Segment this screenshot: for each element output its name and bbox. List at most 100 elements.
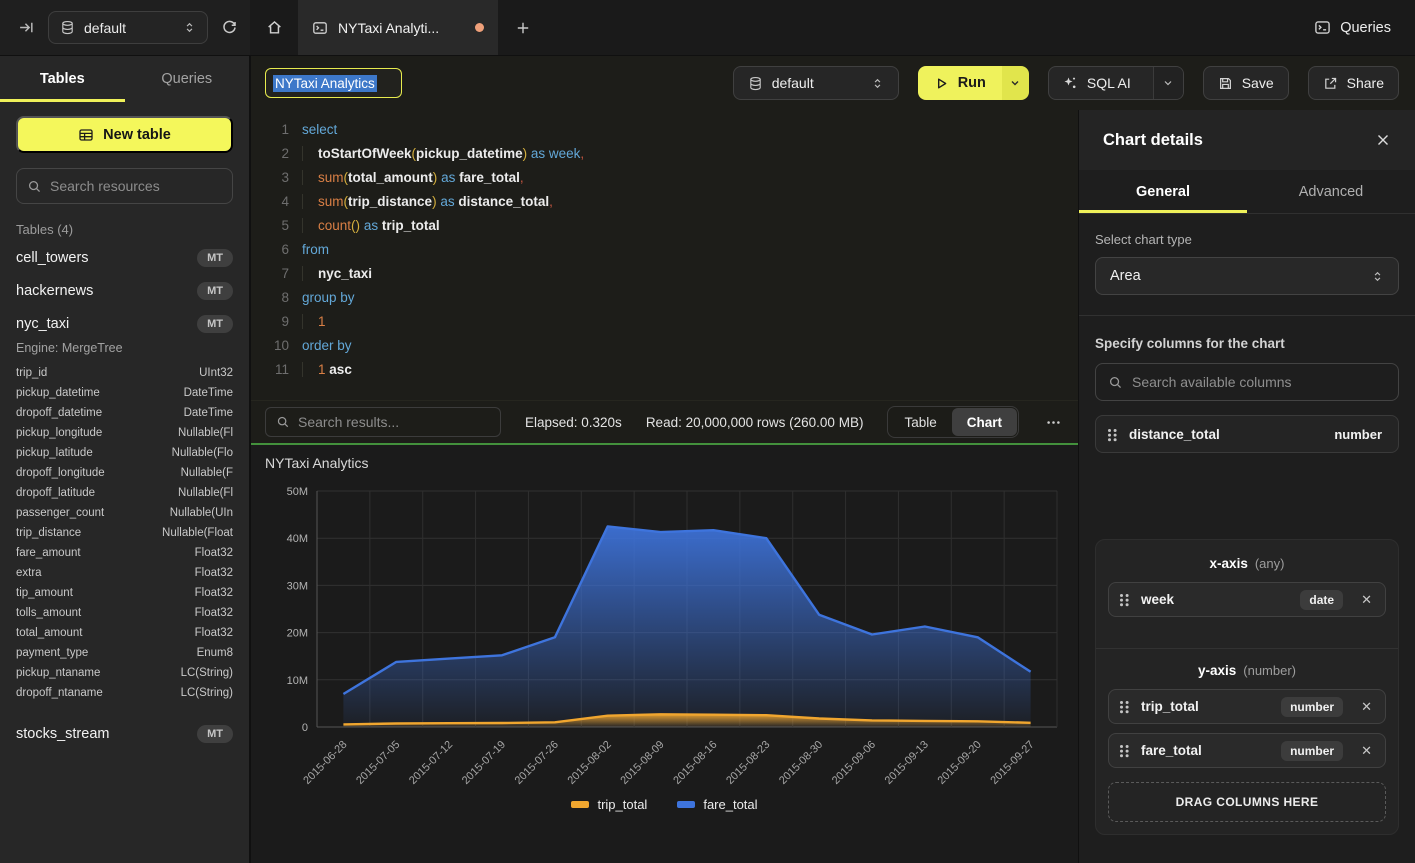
database-selector[interactable]: default <box>48 11 208 44</box>
code-line: count() as trip_total <box>302 214 584 238</box>
drag-handle-icon[interactable] <box>1108 428 1117 441</box>
table-name: cell_towers <box>16 250 89 266</box>
sidebar-tab-queries[interactable]: Queries <box>125 56 250 102</box>
drag-handle-icon[interactable] <box>1120 744 1129 757</box>
sparkles-icon <box>1062 75 1078 91</box>
sql-ai-options-button[interactable] <box>1153 67 1183 99</box>
axis-chip-week[interactable]: weekdate✕ <box>1108 582 1386 617</box>
column-type: Nullable(Flo <box>172 443 233 463</box>
close-icon[interactable] <box>1375 132 1391 148</box>
table-row-stocks_stream[interactable]: stocks_streamMT <box>16 717 233 750</box>
legend-item-trip_total[interactable]: trip_total <box>571 797 647 812</box>
home-button[interactable] <box>250 0 298 55</box>
share-button[interactable]: Share <box>1308 66 1399 100</box>
remove-column-icon[interactable]: ✕ <box>1355 592 1374 608</box>
chart-details-body: Select chart type Area Specify columns f… <box>1079 214 1415 863</box>
x-axis-items: weekdate✕ <box>1108 582 1386 617</box>
line-number: 4 <box>251 190 289 214</box>
search-results-input[interactable] <box>298 414 490 430</box>
axis-chip-trip_total[interactable]: trip_totalnumber✕ <box>1108 689 1386 724</box>
code-line: sum(trip_distance) as distance_total, <box>302 190 584 214</box>
table-row-cell_towers[interactable]: cell_towersMT <box>16 241 233 274</box>
tab-title: NYTaxi Analyti... <box>338 20 439 36</box>
tab-advanced[interactable]: Advanced <box>1247 170 1415 213</box>
play-icon <box>934 76 949 91</box>
drop-zone[interactable]: DRAG COLUMNS HERE <box>1108 782 1386 822</box>
share-icon <box>1323 76 1338 91</box>
svg-text:2015-09-20: 2015-09-20 <box>936 739 984 787</box>
y-axis-section: y-axis (number) trip_totalnumber✕fare_to… <box>1108 657 1386 777</box>
save-button[interactable]: Save <box>1203 66 1289 100</box>
column-name: dropoff_longitude <box>16 463 105 483</box>
code-line: 1 asc <box>302 358 584 382</box>
search-resources-input[interactable] <box>50 178 222 194</box>
column-name: tip_amount <box>16 583 73 603</box>
svg-text:2015-09-27: 2015-09-27 <box>988 739 1036 787</box>
drag-handle-icon[interactable] <box>1120 700 1129 713</box>
columns-search[interactable] <box>1095 363 1399 401</box>
column-name: dropoff_ntaname <box>16 683 103 703</box>
code-line: select <box>302 118 584 142</box>
drag-handle-icon[interactable] <box>1120 593 1129 606</box>
area-chart[interactable]: 010M20M30M40M50M2015-06-282015-07-052015… <box>265 477 1065 795</box>
new-table-button[interactable]: New table <box>16 116 233 153</box>
column-name: fare_total <box>1141 743 1202 758</box>
query-title-input[interactable]: NYTaxi Analytics <box>265 68 402 98</box>
results-toolbar: Elapsed: 0.320s Read: 20,000,000 rows (2… <box>251 400 1078 443</box>
column-type: Nullable(Fl <box>178 483 233 503</box>
sql-editor[interactable]: 1234567891011 select toStartOfWeek(picku… <box>251 110 1078 400</box>
sidebar-tab-tables[interactable]: Tables <box>0 56 125 102</box>
y-axis-hint: (number) <box>1243 663 1296 678</box>
refresh-icon[interactable] <box>221 19 238 36</box>
chart-type-select[interactable]: Area <box>1095 257 1399 295</box>
column-name: extra <box>16 563 42 583</box>
run-button-group: Run <box>918 66 1029 100</box>
table-engine-label: Engine: MergeTree <box>16 341 233 355</box>
column-row: payment_typeEnum8 <box>16 643 233 663</box>
code-line: nyc_taxi <box>302 262 584 286</box>
collapse-sidebar-icon[interactable] <box>18 19 35 36</box>
available-columns-list: distance_totalnumber <box>1095 401 1399 453</box>
legend-item-fare_total[interactable]: fare_total <box>677 797 757 812</box>
column-type: Nullable(F <box>181 463 233 483</box>
remove-column-icon[interactable]: ✕ <box>1355 699 1374 715</box>
sql-ai-button-group: SQL AI <box>1048 66 1184 100</box>
top-bar: default NYTaxi Analyti... <box>0 0 1415 56</box>
line-number-gutter: 1234567891011 <box>251 118 289 400</box>
column-type: Nullable(Float <box>162 523 233 543</box>
table-name: nyc_taxi <box>16 316 69 332</box>
svg-text:2015-08-16: 2015-08-16 <box>671 739 719 787</box>
column-name: dropoff_datetime <box>16 403 102 423</box>
results-search[interactable] <box>265 407 501 437</box>
line-number: 10 <box>251 334 289 358</box>
view-toggle-chart[interactable]: Chart <box>952 408 1017 436</box>
search-columns-input[interactable] <box>1132 374 1386 390</box>
sql-ai-button[interactable]: SQL AI <box>1049 67 1144 99</box>
line-number: 9 <box>251 310 289 334</box>
run-button-label: Run <box>958 75 986 91</box>
tab-general[interactable]: General <box>1079 170 1247 213</box>
available-column-distance_total[interactable]: distance_totalnumber <box>1095 415 1399 453</box>
new-tab-button[interactable] <box>498 0 548 55</box>
view-toggle-table[interactable]: Table <box>889 408 951 436</box>
queries-button[interactable]: Queries <box>1314 0 1391 55</box>
database-selector[interactable]: default <box>733 66 899 100</box>
database-icon <box>60 20 75 35</box>
more-options-icon[interactable] <box>1043 414 1064 431</box>
tab-nytaxi-analytics[interactable]: NYTaxi Analyti... <box>298 0 498 55</box>
code-line: 1 <box>302 310 584 334</box>
sidebar-tab-label: Queries <box>161 71 212 87</box>
run-options-button[interactable] <box>1002 66 1029 100</box>
column-name: pickup_longitude <box>16 423 102 443</box>
sidebar-search[interactable] <box>16 168 233 204</box>
run-button[interactable]: Run <box>918 66 1002 100</box>
remove-column-icon[interactable]: ✕ <box>1355 743 1374 759</box>
database-selector-value: default <box>772 75 814 91</box>
query-title-selected-text: NYTaxi Analytics <box>273 75 377 92</box>
table-row-hackernews[interactable]: hackernewsMT <box>16 274 233 307</box>
column-name: pickup_latitude <box>16 443 93 463</box>
axis-chip-fare_total[interactable]: fare_totalnumber✕ <box>1108 733 1386 768</box>
table-row-nyc_taxi[interactable]: nyc_taxiMT <box>16 307 233 340</box>
tables-list: cell_towersMThackernewsMTnyc_taxiMTEngin… <box>16 241 233 750</box>
topbar-left-section: default <box>0 0 250 55</box>
